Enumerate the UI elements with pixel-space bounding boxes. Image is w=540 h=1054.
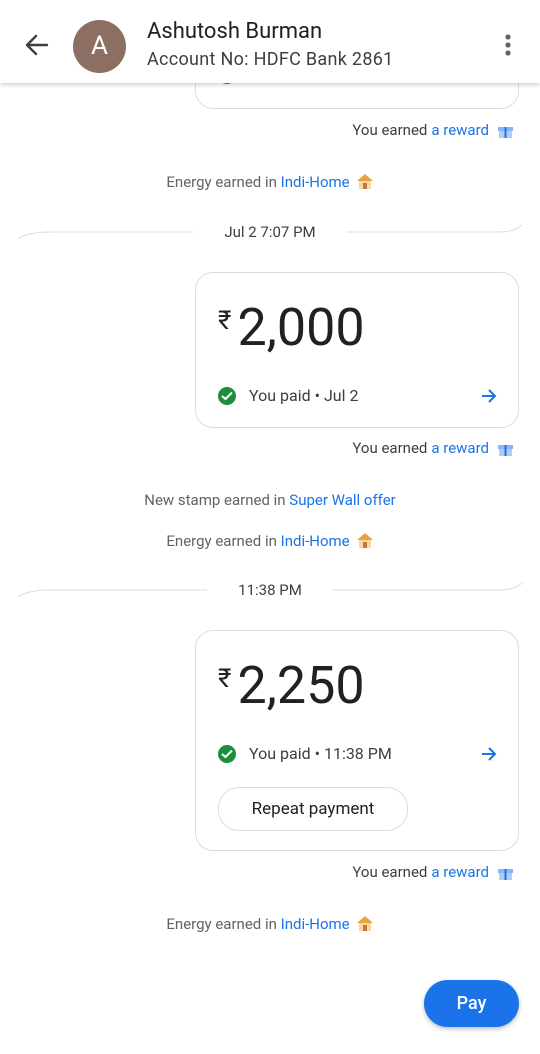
reward-link[interactable]: a reward: [431, 121, 489, 139]
reward-line: You earned a reward: [352, 439, 514, 457]
energy-line: Energy earned in Indi-Home: [0, 173, 540, 191]
more-vert-icon[interactable]: [496, 30, 520, 60]
chat-header: A Ashutosh Burman Account No: HDFC Bank …: [0, 0, 540, 83]
house-icon: [356, 916, 373, 931]
avatar[interactable]: A: [73, 20, 126, 73]
energy-line: Energy earned in Indi-Home: [0, 532, 540, 550]
stamp-link[interactable]: Super Wall offer: [289, 491, 395, 509]
energy-line: Energy earned in Indi-Home: [0, 915, 540, 933]
check-circle-icon: [218, 386, 236, 405]
date-label: Jul 2 7:07 PM: [224, 223, 316, 241]
energy-link[interactable]: Indi-Home: [281, 173, 350, 191]
date-label: 11:38 PM: [238, 581, 302, 599]
reward-prefix: You earned: [352, 439, 428, 457]
gift-icon: [498, 444, 513, 456]
repeat-payment-button[interactable]: Repeat payment: [218, 787, 408, 831]
reward-line: You earned a reward: [352, 121, 514, 139]
reward-prefix: You earned: [352, 863, 428, 881]
reward-link[interactable]: a reward: [431, 439, 489, 457]
payment-status: You paid • Jul 2: [218, 386, 358, 405]
stamp-line: New stamp earned in Super Wall offer: [0, 491, 540, 509]
house-icon: [356, 533, 373, 548]
transaction-card[interactable]: ₹2,250 You paid • 11:38 PM Repeat paymen…: [195, 630, 519, 851]
payment-amount: ₹2,250: [218, 655, 365, 716]
energy-link[interactable]: Indi-Home: [281, 532, 350, 550]
energy-prefix: Energy earned in: [166, 173, 277, 191]
arrow-right-icon[interactable]: [480, 745, 498, 763]
house-icon: [356, 174, 373, 189]
account-number: Account No: HDFC Bank 2861: [147, 49, 394, 70]
back-arrow-icon[interactable]: [22, 30, 52, 60]
reward-line: You earned a reward: [352, 863, 514, 881]
energy-prefix: Energy earned in: [166, 532, 277, 550]
energy-link[interactable]: Indi-Home: [281, 915, 350, 933]
pay-button[interactable]: Pay: [424, 980, 519, 1027]
contact-name: Ashutosh Burman: [147, 19, 323, 44]
gift-icon: [498, 868, 513, 880]
date-divider: 11:38 PM: [0, 581, 540, 601]
payment-status: You paid • 11:38 PM: [218, 744, 392, 763]
check-circle-icon: [218, 744, 236, 763]
arrow-right-icon[interactable]: [480, 387, 498, 405]
payment-amount: ₹2,000: [218, 297, 365, 358]
transaction-card[interactable]: ₹2,000 You paid • Jul 2: [195, 272, 519, 428]
date-divider: Jul 2 7:07 PM: [0, 223, 540, 243]
reward-prefix: You earned: [352, 121, 428, 139]
stamp-prefix: New stamp earned in: [144, 491, 286, 509]
energy-prefix: Energy earned in: [166, 915, 277, 933]
gift-icon: [498, 126, 513, 138]
reward-link[interactable]: a reward: [431, 863, 489, 881]
